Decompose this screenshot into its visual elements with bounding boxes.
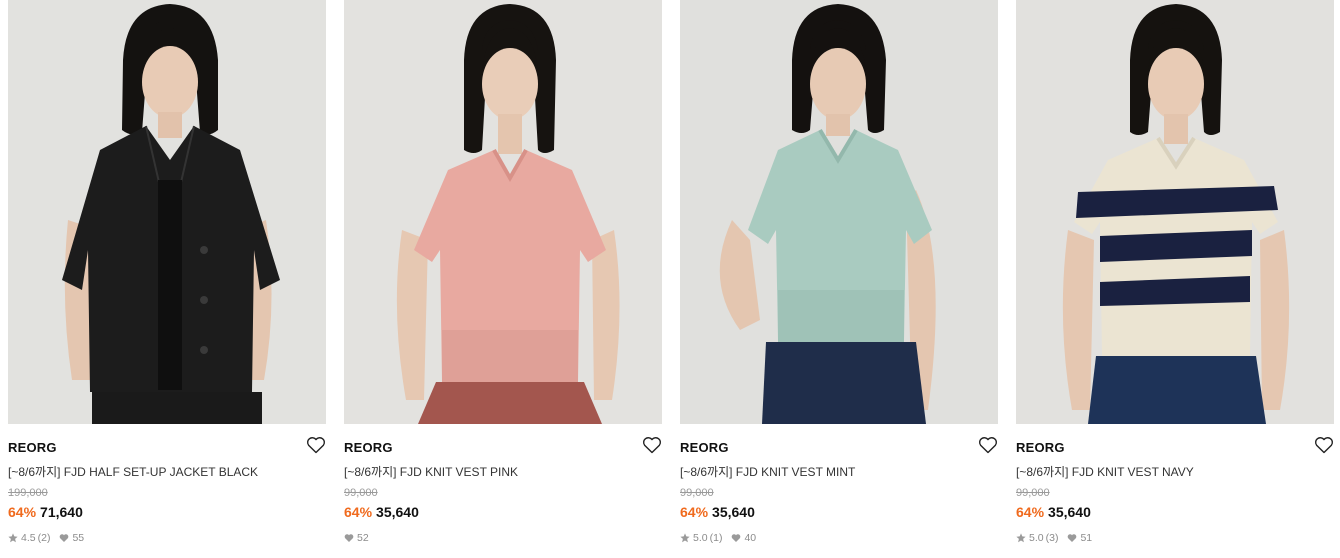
like-count: 55: [72, 532, 85, 544]
sale-price: 35,640: [1048, 504, 1091, 520]
original-price: 99,000: [1016, 487, 1050, 499]
heart-filled-icon: [59, 533, 69, 543]
discount-rate: 64%: [1016, 504, 1045, 520]
heart-outline-icon[interactable]: [642, 436, 662, 454]
product-name[interactable]: [~8/6까지] FJD KNIT VEST NAVY: [1016, 463, 1194, 480]
sale-price: 71,640: [40, 504, 83, 520]
price-row: 64% 35,640: [1016, 504, 1091, 520]
discount-rate: 64%: [8, 504, 37, 520]
product-name[interactable]: [~8/6까지] FJD KNIT VEST MINT: [680, 463, 855, 480]
star-icon: [680, 533, 690, 543]
like-count: 52: [357, 532, 369, 544]
review-count: (1): [709, 532, 723, 544]
heart-outline-icon[interactable]: [306, 436, 326, 454]
product-image[interactable]: [680, 0, 998, 424]
discount-rate: 64%: [680, 504, 709, 520]
product-card[interactable]: REORG [~8/6까지] FJD HALF SET-UP JACKET BL…: [8, 0, 326, 558]
review-count: (2): [37, 532, 51, 544]
heart-outline-icon[interactable]: [1314, 436, 1334, 454]
product-meta: 52: [344, 532, 369, 544]
product-name[interactable]: [~8/6까지] FJD HALF SET-UP JACKET BLACK: [8, 463, 258, 480]
brand-name[interactable]: REORG: [680, 440, 729, 455]
rating-value: 5.0: [1029, 532, 1044, 544]
product-name[interactable]: [~8/6까지] FJD KNIT VEST PINK: [344, 463, 518, 480]
product-image[interactable]: [344, 0, 662, 424]
review-count: (3): [1045, 532, 1059, 544]
discount-rate: 64%: [344, 504, 373, 520]
product-card[interactable]: REORG [~8/6까지] FJD KNIT VEST PINK 99,000…: [344, 0, 662, 558]
original-price: 199,000: [8, 487, 48, 499]
heart-filled-icon: [731, 533, 741, 543]
product-meta: 4.5 (2) 55: [8, 532, 84, 544]
product-meta: 5.0 (1) 40: [680, 532, 756, 544]
product-image[interactable]: [1016, 0, 1334, 424]
price-row: 64% 35,640: [344, 504, 419, 520]
product-meta: 5.0 (3) 51: [1016, 532, 1092, 544]
star-icon: [8, 533, 18, 543]
product-image[interactable]: [8, 0, 326, 424]
star-icon: [1016, 533, 1026, 543]
original-price: 99,000: [680, 487, 714, 499]
heart-filled-icon: [344, 533, 354, 543]
product-card[interactable]: REORG [~8/6까지] FJD KNIT VEST MINT 99,000…: [680, 0, 998, 558]
heart-outline-icon[interactable]: [978, 436, 998, 454]
rating-value: 5.0: [693, 532, 708, 544]
brand-name[interactable]: REORG: [344, 440, 393, 455]
original-price: 99,000: [344, 487, 378, 499]
like-count: 40: [744, 532, 757, 544]
rating-value: 4.5: [21, 532, 36, 544]
heart-filled-icon: [1067, 533, 1077, 543]
product-card[interactable]: REORG [~8/6까지] FJD KNIT VEST NAVY 99,000…: [1016, 0, 1334, 558]
like-count: 51: [1080, 532, 1093, 544]
price-row: 64% 35,640: [680, 504, 755, 520]
brand-name[interactable]: REORG: [8, 440, 57, 455]
sale-price: 35,640: [712, 504, 755, 520]
sale-price: 35,640: [376, 504, 419, 520]
price-row: 64% 71,640: [8, 504, 83, 520]
brand-name[interactable]: REORG: [1016, 440, 1065, 455]
